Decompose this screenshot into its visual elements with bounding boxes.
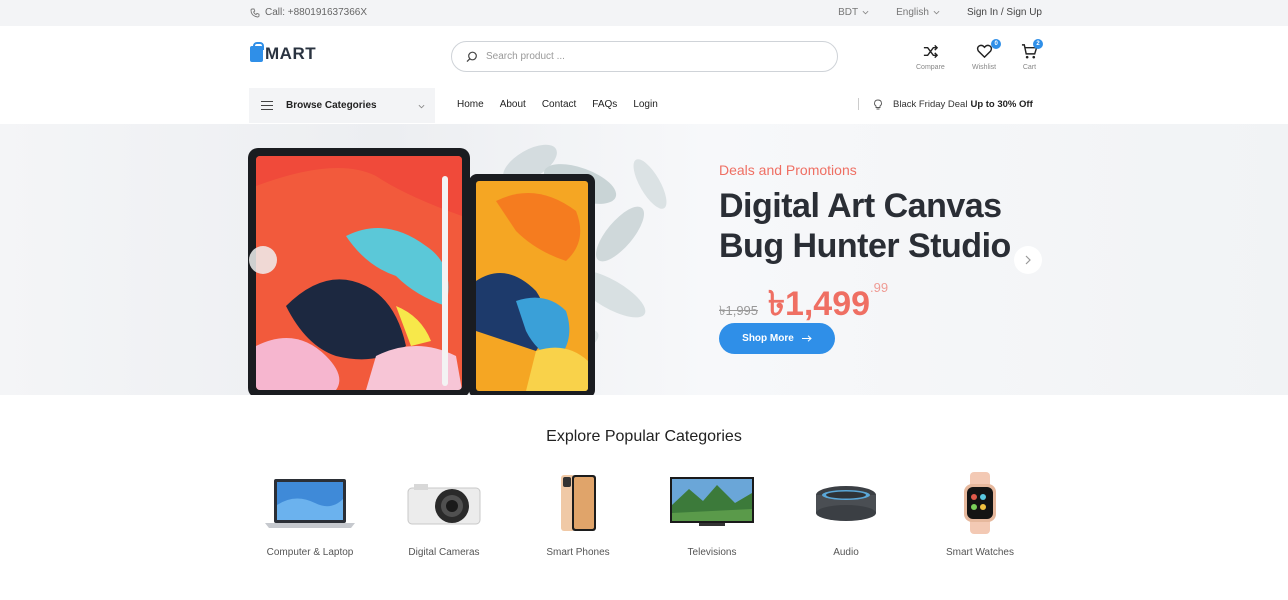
tablet-small-image <box>469 174 595 395</box>
chevron-down-icon <box>862 10 869 15</box>
nav-link-login[interactable]: Login <box>633 99 657 110</box>
phone-icon <box>561 475 596 531</box>
phone-icon <box>250 8 260 17</box>
category-label: Computer & Laptop <box>266 547 354 558</box>
wishlist-count-badge: 0 <box>991 39 1002 49</box>
shopping-bag-icon <box>250 42 264 62</box>
top-bar: Call: +880191637366X BDT English Sign In… <box>0 0 1288 26</box>
currency-select[interactable]: BDT <box>838 7 869 18</box>
lightbulb-icon <box>874 99 882 109</box>
heart-icon <box>976 44 992 59</box>
hero-banner: Deals and Promotions Digital Art Canvas … <box>0 124 1288 395</box>
price-cents: .99 <box>870 280 889 295</box>
cart-count-badge: 2 <box>1033 39 1043 49</box>
speaker-icon <box>816 486 876 521</box>
category-label: Smart Watches <box>946 547 1014 558</box>
category-audio[interactable]: Audio <box>786 470 906 558</box>
logo[interactable]: MART <box>250 42 317 64</box>
sign-in-link[interactable]: Sign In / Sign Up <box>967 7 1042 18</box>
browse-label: Browse Categories <box>286 100 377 111</box>
category-digital-cameras[interactable]: Digital Cameras <box>384 470 504 558</box>
hero-title-line1: Digital Art Canvas <box>719 187 1002 225</box>
deal-discount: Up to 30% Off <box>970 98 1033 110</box>
header: MART Compare 0 Wishlist 2 Cart <box>0 26 1288 86</box>
search-bar <box>451 41 838 72</box>
category-label: Audio <box>833 547 859 558</box>
category-label: Smart Phones <box>546 547 610 558</box>
divider <box>858 98 859 110</box>
nav-link-contact[interactable]: Contact <box>542 99 576 110</box>
deal-text: Black Friday Deal <box>893 98 968 110</box>
category-computer-laptop[interactable]: Computer & Laptop <box>250 470 370 558</box>
watch-icon <box>964 472 996 534</box>
cart-label: Cart <box>1022 64 1037 71</box>
hero-title-line2: Bug Hunter Studio <box>719 227 1011 265</box>
category-smart-watches[interactable]: Smart Watches <box>920 470 1040 558</box>
deal-banner[interactable]: Black Friday Deal Up to 30% Off <box>858 98 1033 110</box>
chevron-down-icon <box>418 104 425 109</box>
old-price: ৳1,995 <box>719 303 759 318</box>
call-text: Call: +880191637366X <box>265 7 368 18</box>
nav-link-home[interactable]: Home <box>457 99 484 110</box>
language-select[interactable]: English <box>896 7 940 18</box>
arrow-right-icon <box>801 335 812 342</box>
nav-link-about[interactable]: About <box>500 99 526 110</box>
call-info: Call: +880191637366X <box>250 7 367 18</box>
wishlist-label: Wishlist <box>972 64 997 71</box>
wishlist-button[interactable]: 0 Wishlist <box>972 39 1002 71</box>
carousel-prev-button[interactable] <box>249 246 277 274</box>
promo-subtitle: Deals and Promotions <box>719 162 857 178</box>
category-label: Televisions <box>687 547 737 558</box>
tv-icon <box>670 477 754 526</box>
nav-link-faqs[interactable]: FAQs <box>592 99 617 110</box>
compare-label: Compare <box>916 64 945 71</box>
categories-title: Explore Popular Categories <box>546 428 742 445</box>
nav-links: Home About Contact FAQs Login <box>457 99 674 110</box>
shop-more-button[interactable]: Shop More <box>719 323 835 354</box>
carousel-next-button[interactable] <box>1014 246 1042 274</box>
cart-button[interactable]: 2 Cart <box>1021 39 1043 71</box>
category-smart-phones[interactable]: Smart Phones <box>518 470 638 558</box>
main-nav: Browse Categories Home About Contact FAQ… <box>0 86 1288 124</box>
hamburger-icon <box>261 101 273 110</box>
shop-more-label: Shop More <box>742 333 794 344</box>
search-icon[interactable] <box>466 51 478 63</box>
laptop-icon <box>265 479 355 528</box>
category-label: Digital Cameras <box>408 547 480 558</box>
browse-categories-button[interactable]: Browse Categories <box>249 88 435 123</box>
chevron-down-icon <box>933 10 940 15</box>
tablet-large-image <box>248 148 470 395</box>
chevron-right-icon <box>1025 255 1031 265</box>
shuffle-icon <box>923 44 939 59</box>
compare-button[interactable]: Compare <box>916 43 945 71</box>
search-input[interactable] <box>486 51 816 62</box>
language-label: English <box>896 7 929 18</box>
camera-icon <box>407 484 481 525</box>
category-televisions[interactable]: Televisions <box>652 470 772 558</box>
logo-text: MART <box>265 44 317 63</box>
currency-label: BDT <box>838 7 859 18</box>
hero-content: Deals and Promotions Digital Art Canvas … <box>719 162 1011 354</box>
